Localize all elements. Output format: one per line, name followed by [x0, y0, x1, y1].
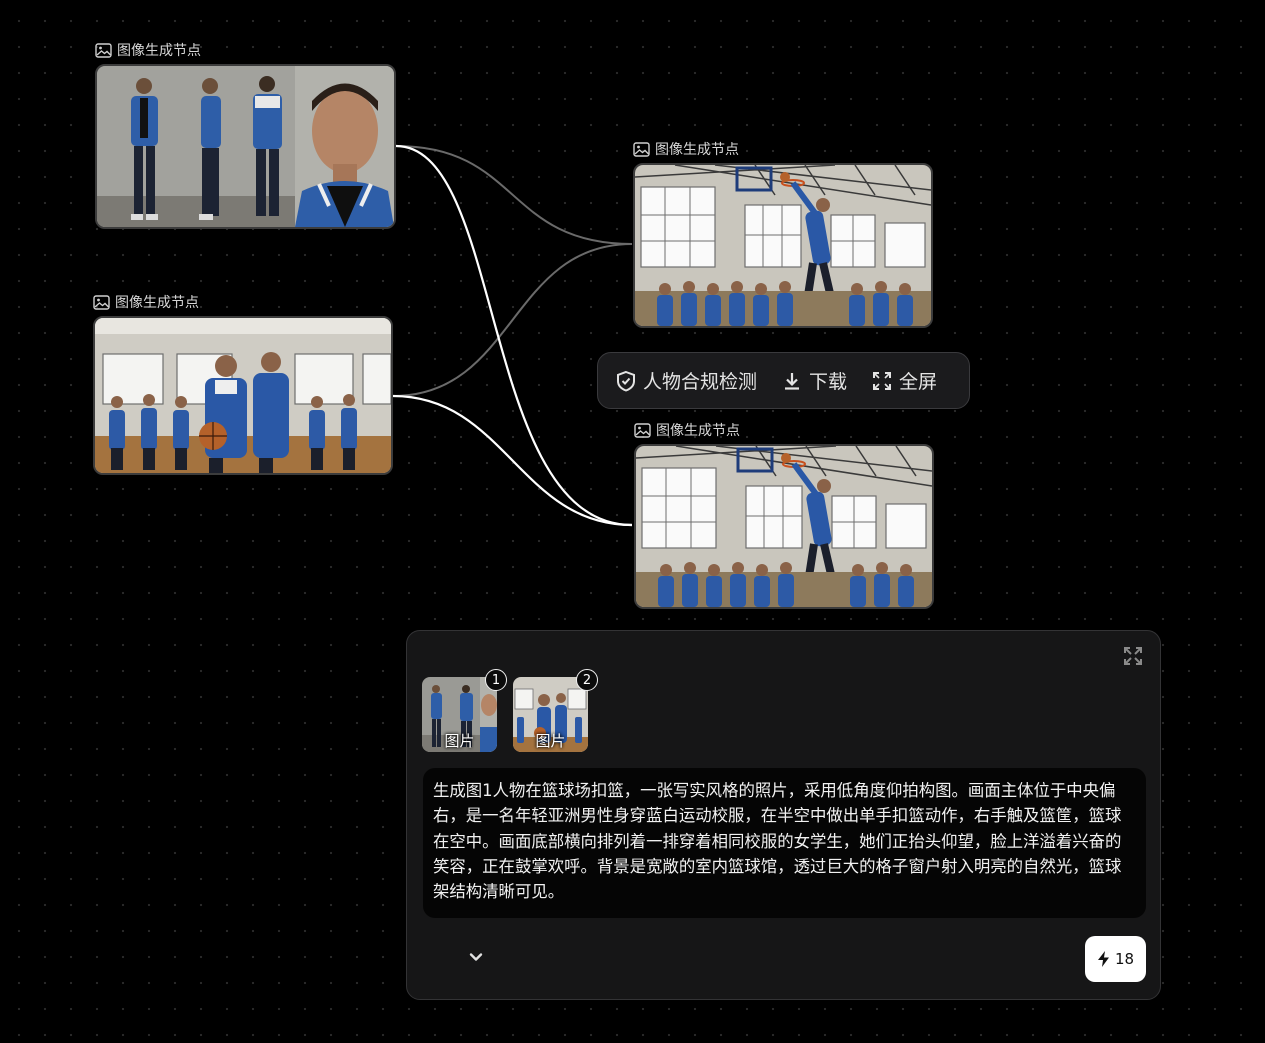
chevron-down-icon[interactable] [466, 947, 486, 967]
image-icon [633, 141, 650, 157]
download-label: 下载 [809, 371, 848, 393]
image-icon [93, 294, 110, 310]
node-image[interactable] [95, 64, 396, 229]
image-icon [634, 422, 651, 438]
thumbnail-index-badge: 1 [485, 669, 507, 691]
image-node-1[interactable]: 图像生成节点 [95, 42, 396, 229]
node-label: 图像生成节点 [634, 420, 740, 440]
shield-check-icon [617, 370, 635, 392]
prompt-panel: 图片 1 图片 2 生成图1人物在篮球场扣篮，一张写实风格的照片，采用低角度仰拍… [406, 630, 1161, 1000]
lightning-icon [1097, 951, 1109, 967]
slam-dunk-image [635, 165, 931, 326]
generate-button[interactable]: 18 [1085, 936, 1146, 982]
image-node-2[interactable]: 图像生成节点 [93, 294, 393, 475]
node-label: 图像生成节点 [95, 40, 201, 60]
node-title: 图像生成节点 [656, 423, 740, 439]
download-icon [785, 372, 800, 390]
wire-1-to-3 [395, 145, 633, 245]
character-turnaround-image [97, 66, 394, 227]
node-image[interactable] [634, 444, 934, 609]
node-label: 图像生成节点 [93, 292, 199, 312]
compliance-check-label: 人物合规检测 [643, 371, 758, 393]
wire-1-to-4 [395, 144, 633, 527]
thumbnail-caption: 图片 [535, 732, 566, 750]
node-image[interactable] [633, 163, 933, 328]
image-toolbar: 人物合规检测 下载 全屏 [597, 352, 970, 409]
node-title: 图像生成节点 [655, 142, 739, 158]
node-label: 图像生成节点 [633, 139, 739, 159]
thumbnail-caption: 图片 [444, 732, 475, 750]
reference-thumbnail-2[interactable]: 图片 2 [513, 669, 598, 752]
node-image[interactable] [93, 316, 393, 475]
wire-2-to-4 [392, 394, 633, 527]
image-icon [95, 42, 112, 58]
fullscreen-label: 全屏 [899, 371, 938, 393]
node-title: 图像生成节点 [117, 43, 201, 59]
thumbnail-index-badge: 2 [576, 669, 598, 691]
prompt-textarea[interactable]: 生成图1人物在篮球场扣篮，一张写实风格的照片，采用低角度仰拍构图。画面主体位于中… [423, 768, 1146, 918]
fullscreen-icon [873, 371, 892, 390]
gym-students-image [95, 318, 391, 473]
image-node-4[interactable]: 图像生成节点 [634, 422, 934, 609]
download-button[interactable]: 下载 [781, 367, 847, 394]
credit-cost: 18 [1114, 950, 1135, 968]
node-title: 图像生成节点 [115, 295, 199, 311]
slam-dunk-image [636, 446, 932, 607]
image-node-3[interactable]: 图像生成节点 [633, 141, 933, 328]
reference-thumbnail-1[interactable]: 图片 1 [422, 669, 507, 752]
compliance-check-button[interactable]: 人物合规检测 [615, 367, 757, 394]
fullscreen-button[interactable]: 全屏 [871, 367, 937, 394]
expand-icon[interactable] [1122, 645, 1144, 667]
reference-thumbnails: 图片 1 图片 2 [422, 669, 598, 752]
